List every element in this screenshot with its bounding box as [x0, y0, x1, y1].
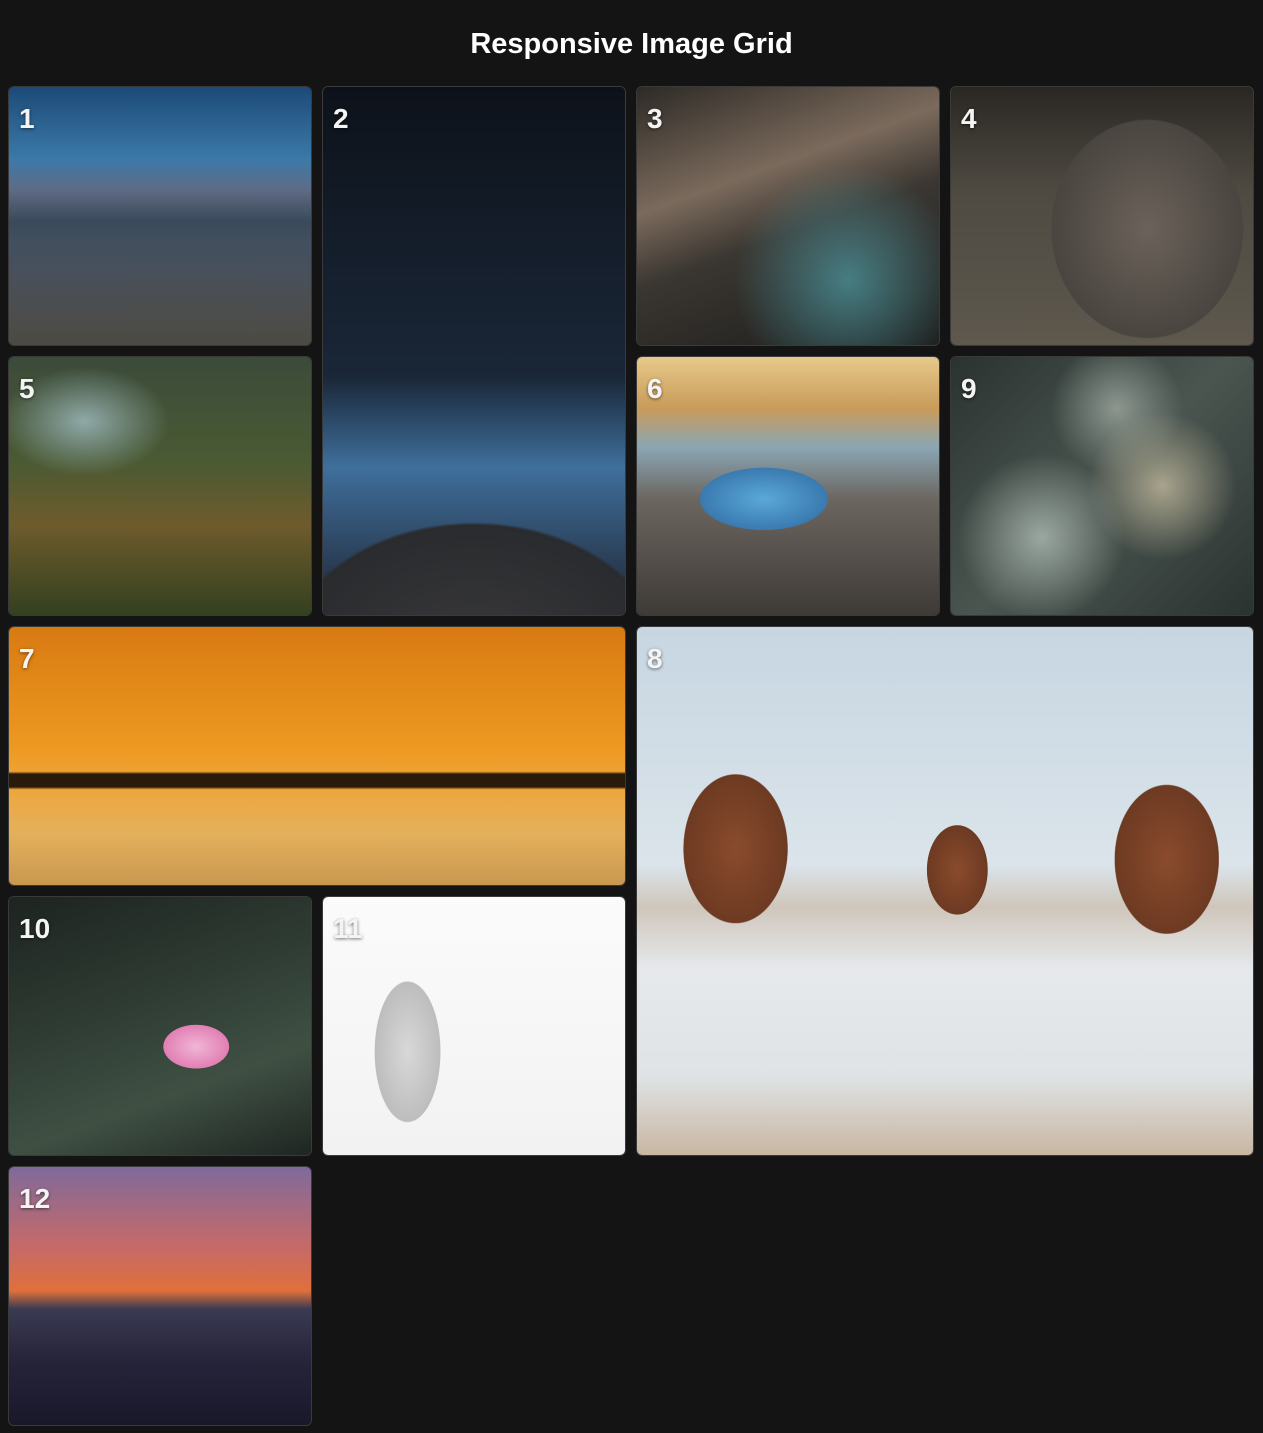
image-tile-2[interactable]: 2 — [322, 86, 626, 616]
tile-number: 2 — [333, 103, 349, 134]
image-tile-11[interactable]: 11 — [322, 896, 626, 1156]
image-tile-9[interactable]: 9 — [950, 356, 1254, 616]
orange-pier-image — [9, 627, 625, 885]
tile-number: 1 — [19, 103, 35, 134]
tile-number: 6 — [647, 373, 663, 404]
image-tile-7[interactable]: 7 — [8, 626, 626, 886]
lotus-flower-image — [9, 897, 311, 1155]
tile-number: 7 — [19, 643, 35, 674]
image-tile-8[interactable]: 8 — [636, 626, 1254, 1156]
tile-number: 9 — [961, 373, 977, 404]
ship-drawing-image — [637, 87, 939, 345]
sunset-sea-image — [9, 1167, 311, 1425]
image-tile-3[interactable]: 3 — [636, 86, 940, 346]
page-title: Responsive Image Grid — [470, 28, 793, 60]
image-tile-10[interactable]: 10 — [8, 896, 312, 1156]
tile-number: 3 — [647, 103, 663, 134]
man-elephant-image — [951, 87, 1253, 345]
tile-number: 4 — [961, 103, 977, 134]
white-horse-image — [323, 897, 625, 1155]
night-dune-image — [323, 87, 625, 615]
tile-number: 8 — [647, 643, 663, 674]
image-tile-6[interactable]: 6 — [636, 356, 940, 616]
tile-number: 11 — [333, 913, 363, 944]
image-tile-5[interactable]: 5 — [8, 356, 312, 616]
snowy-buttes-image — [637, 627, 1253, 1155]
tile-number: 5 — [19, 373, 35, 404]
forest-path-image — [9, 357, 311, 615]
tile-number: 10 — [19, 913, 51, 944]
skulls-image — [951, 357, 1253, 615]
jellyfish-beach-image — [637, 357, 939, 615]
image-tile-12[interactable]: 12 — [8, 1166, 312, 1426]
tile-number: 12 — [19, 1183, 51, 1214]
image-tile-4[interactable]: 4 — [950, 86, 1254, 346]
landscape-dusk-image — [9, 87, 311, 345]
image-grid: 1 2 3 4 5 6 9 7 8 10 11 12 — [8, 86, 1255, 1426]
image-tile-1[interactable]: 1 — [8, 86, 312, 346]
